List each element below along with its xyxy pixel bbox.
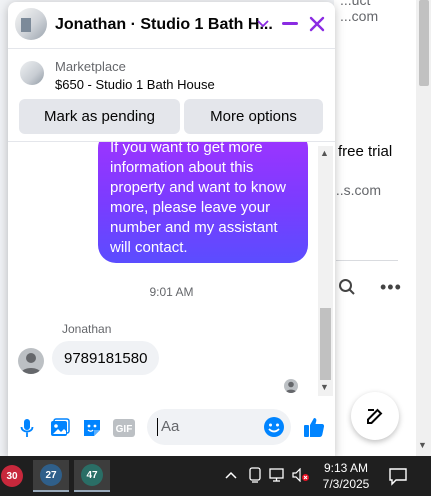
- chat-header[interactable]: Jonathan · Studio 1 Bath H...: [8, 2, 335, 49]
- network-icon[interactable]: [269, 466, 287, 484]
- sticker-icon[interactable]: [80, 416, 104, 440]
- volume-muted-icon[interactable]: [292, 466, 310, 484]
- scroll-down-arrow-icon[interactable]: ▼: [320, 382, 329, 392]
- background-free-trial[interactable]: free trial: [338, 143, 392, 160]
- sender-name: Jonathan: [62, 322, 112, 336]
- chat-window: Jonathan · Studio 1 Bath H... Marketplac…: [8, 2, 335, 456]
- app-badge-icon: 27: [40, 464, 62, 486]
- incoming-message-bubble[interactable]: 9789181580: [52, 341, 160, 375]
- listing-kicker: Marketplace: [55, 59, 126, 74]
- notification-icon[interactable]: [388, 466, 408, 486]
- message-composer: GIF Aa: [8, 400, 335, 456]
- more-options-button[interactable]: More options: [184, 99, 323, 134]
- listing-thumbnail[interactable]: [20, 61, 44, 85]
- person-icon: [21, 353, 41, 374]
- chevron-up-icon[interactable]: [222, 466, 240, 484]
- background-link[interactable]: ...com: [340, 8, 378, 24]
- message-input-placeholder: Aa: [161, 418, 180, 435]
- message-timestamp: 9:01 AM: [149, 285, 194, 299]
- taskbar-app-button[interactable]: 27: [33, 460, 69, 492]
- mark-as-pending-button[interactable]: Mark as pending: [19, 99, 180, 134]
- minimize-icon[interactable]: [278, 12, 302, 36]
- chat-title[interactable]: Jonathan · Studio 1 Bath H...: [55, 16, 273, 34]
- taskbar-app-button[interactable]: 47: [74, 460, 110, 492]
- background-link[interactable]: ...s.com: [332, 182, 381, 198]
- seen-indicator-avatar: [284, 379, 298, 393]
- message-input[interactable]: Aa: [147, 409, 291, 445]
- background-panel: [334, 0, 416, 456]
- search-icon[interactable]: [338, 278, 356, 296]
- app-badge-icon: 30: [1, 465, 23, 487]
- text-caret: [157, 418, 158, 436]
- background-fragment: ...uct: [340, 0, 371, 8]
- gif-label: GIF: [116, 424, 133, 435]
- clock-date: 7/3/2025: [322, 477, 370, 491]
- taskbar: 30 27 47 9:13 AM 7/3/2025: [0, 456, 431, 496]
- avatar[interactable]: [18, 348, 44, 374]
- background-divider: [336, 260, 398, 261]
- chevron-down-icon[interactable]: [251, 12, 275, 36]
- scroll-down-arrow-icon[interactable]: ▼: [418, 440, 427, 450]
- listing-name[interactable]: $650 - Studio 1 Bath House: [55, 77, 215, 92]
- gif-icon[interactable]: GIF: [112, 416, 136, 440]
- emoji-icon[interactable]: [263, 416, 285, 438]
- scroll-up-arrow-icon[interactable]: ▲: [320, 148, 329, 158]
- thumbs-up-icon[interactable]: [302, 415, 326, 439]
- microphone-icon[interactable]: [15, 416, 39, 440]
- device-icon[interactable]: [246, 466, 264, 484]
- person-icon: [285, 381, 297, 393]
- listing-card: Marketplace $650 - Studio 1 Bath House M…: [8, 49, 335, 142]
- taskbar-app-button[interactable]: 30: [0, 460, 30, 492]
- message-list[interactable]: If you want to get more information abou…: [8, 142, 335, 400]
- app-badge-icon: 47: [81, 464, 103, 486]
- outgoing-message-bubble[interactable]: If you want to get more information abou…: [98, 142, 308, 263]
- photo-icon[interactable]: [48, 416, 72, 440]
- clock-time: 9:13 AM: [323, 461, 369, 475]
- compose-icon: [367, 408, 383, 424]
- new-message-button[interactable]: [351, 392, 399, 440]
- close-icon[interactable]: [305, 12, 329, 36]
- more-icon[interactable]: •••: [380, 277, 402, 298]
- listing-avatar[interactable]: [15, 8, 47, 40]
- page-scrollbar-thumb[interactable]: [419, 0, 429, 86]
- chat-scrollbar-thumb[interactable]: [320, 308, 331, 380]
- system-clock[interactable]: 9:13 AM 7/3/2025: [318, 460, 374, 492]
